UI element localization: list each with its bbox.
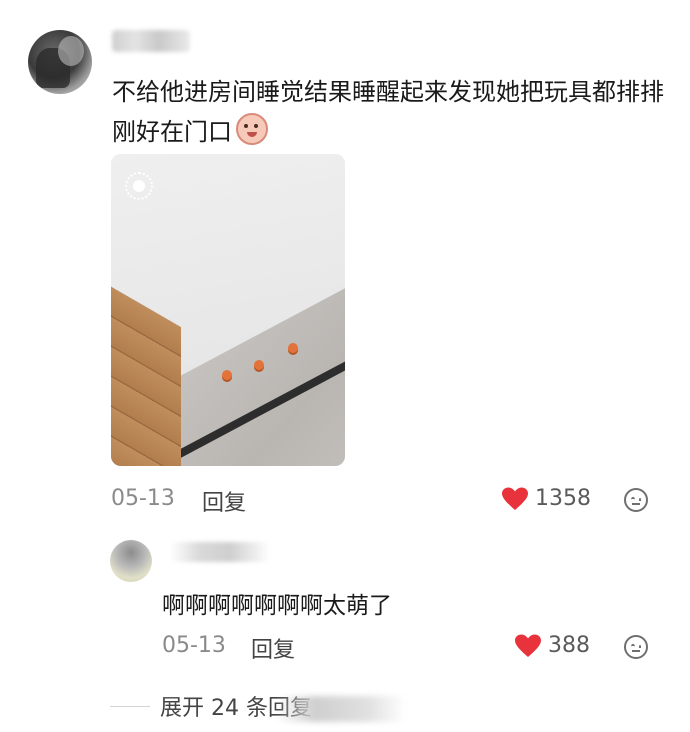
emoji-icon[interactable] — [624, 635, 648, 659]
emoji-sticker-icon — [236, 113, 268, 145]
reply-avatar[interactable] — [110, 540, 152, 582]
toy-2 — [254, 360, 264, 370]
toy-1 — [222, 370, 232, 380]
heart-icon[interactable] — [515, 634, 541, 658]
avatar-highlight — [58, 36, 84, 66]
reply-name-redacted[interactable] — [170, 542, 270, 562]
comment-photo[interactable] — [111, 154, 345, 466]
emoji-icon[interactable] — [624, 488, 648, 512]
reply-date: 05-13 — [162, 633, 226, 658]
reply-text: 啊啊啊啊啊啊啊太萌了 — [162, 593, 392, 619]
comment-body: 不给他进房间睡觉结果睡醒起来发现她把玩具都排排刚好在门口 — [112, 72, 672, 152]
toy-3 — [288, 343, 298, 353]
reply-reply-button[interactable]: 回复 — [251, 632, 295, 664]
live-photo-icon[interactable] — [125, 172, 153, 200]
expand-divider — [110, 706, 150, 707]
watermark-blur — [276, 696, 406, 722]
comment-date: 05-13 — [111, 486, 175, 511]
commenter-name-redacted[interactable] — [112, 30, 190, 52]
commenter-avatar[interactable] — [28, 30, 92, 94]
comment-text: 不给他进房间睡觉结果睡醒起来发现她把玩具都排排刚好在门口 — [112, 78, 664, 146]
comment-reply-button[interactable]: 回复 — [202, 485, 246, 517]
heart-icon[interactable] — [502, 487, 528, 511]
reply-like-count: 388 — [548, 633, 590, 658]
comment-like-count: 1358 — [535, 486, 591, 511]
